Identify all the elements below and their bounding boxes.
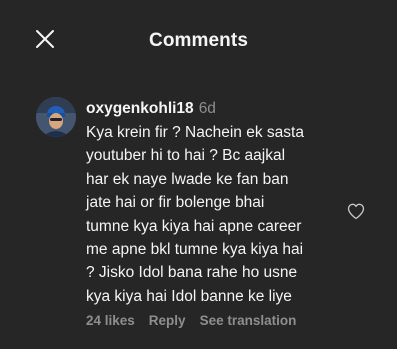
comment-item: oxygenkohli18 6d Kya krein fir ? Nachein … [0, 95, 397, 345]
page-title: Comments [149, 30, 248, 51]
reply-button[interactable]: Reply [149, 313, 186, 328]
comment-text: Kya krein fir ? Nachein ek sasta youtube… [86, 121, 356, 308]
comment-text-line: jate hai or fir bolenge bhai [86, 194, 265, 212]
heart-icon [347, 203, 365, 220]
likes-count[interactable]: 24 likes [86, 313, 135, 328]
comment-text-line: ? Jisko Idol bana rahe ho usne [86, 264, 298, 282]
comment-username[interactable]: oxygenkohli18 [86, 100, 194, 117]
like-button[interactable] [346, 201, 366, 221]
comment-meta: 24 likes Reply See translation [86, 313, 296, 328]
comment-text-line: youtuber hi to hai ? Bc aajkal [86, 147, 286, 165]
comment-text-line: kya kiya hai Idol banne ke liye [86, 287, 292, 305]
comment-text-line: me apne bkl tumne kya kiya hai [86, 241, 304, 259]
see-translation-button[interactable]: See translation [200, 313, 297, 328]
comment-header: oxygenkohli18 6d [86, 99, 216, 119]
comment-text-line: tumne kya kiya hai apne career [86, 217, 302, 235]
comment-text-line: Kya krein fir ? Nachein ek sasta [86, 124, 304, 141]
comment-time: 6d [198, 100, 216, 117]
comments-header: Comments [0, 0, 397, 86]
avatar[interactable] [36, 97, 76, 137]
comment-text-line: har ek naye lwade ke fan ban [86, 170, 289, 188]
